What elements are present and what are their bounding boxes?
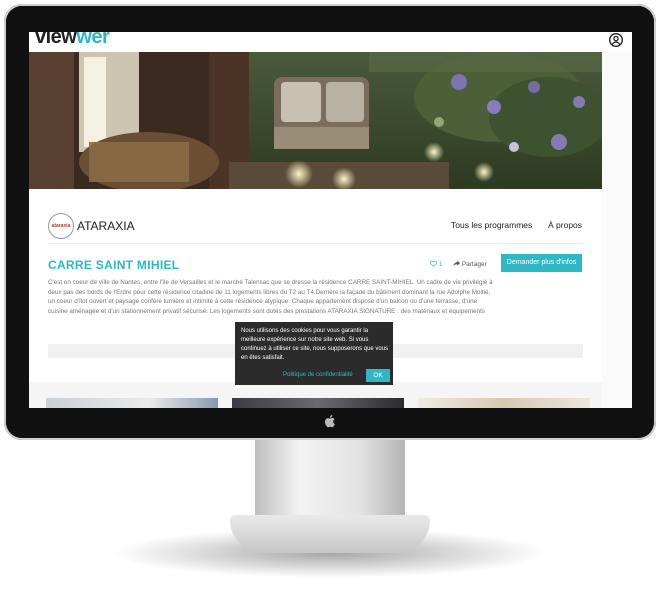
listing-thumbnail[interactable] <box>46 398 218 408</box>
like-button[interactable]: 1 <box>430 260 442 268</box>
program-description: C'est en coeur de ville de Nantes, entre… <box>48 279 493 315</box>
hero-image <box>29 52 602 189</box>
share-button[interactable]: Partager <box>453 260 487 268</box>
monitor-stand <box>255 440 405 518</box>
top-navbar: viewwer <box>29 32 632 52</box>
scrollbar-track[interactable] <box>602 52 632 408</box>
header-divider <box>48 243 583 244</box>
cookie-message: Nous utilisons des cookies pour vous gar… <box>241 328 389 361</box>
site-logo[interactable]: viewwer <box>35 32 110 49</box>
listing-thumbnail[interactable] <box>418 398 590 408</box>
cookie-ok-button[interactable]: OK <box>366 369 390 382</box>
like-count: 1 <box>438 261 443 268</box>
brand-logo[interactable]: ataraxia <box>48 213 74 239</box>
program-title: CARRE SAINT MIHIEL <box>48 258 180 272</box>
monitor-stand-base <box>230 515 430 553</box>
request-info-button[interactable]: Demander plus d'infos <box>501 254 582 272</box>
share-arrow-icon <box>453 260 460 267</box>
listing-thumbnail[interactable] <box>232 398 404 408</box>
nav-all-programmes-link[interactable]: Tous les programmes <box>451 220 532 230</box>
hero-terrace-photo <box>29 52 602 189</box>
share-label: Partager <box>461 261 487 268</box>
logo-prefix: view <box>35 32 77 48</box>
user-account-icon[interactable] <box>608 32 624 48</box>
cookie-banner: Nous utilisons des cookies pour vous gar… <box>235 322 393 385</box>
apple-logo-icon <box>324 415 335 428</box>
screen: viewwer ataraxia ATARAXIA Tous les progr… <box>29 32 632 408</box>
heart-icon <box>430 260 437 267</box>
brand-name[interactable]: ATARAXIA <box>77 219 135 233</box>
logo-accent: wer <box>76 32 110 48</box>
privacy-policy-link[interactable]: Politique de confidentialité <box>283 372 353 378</box>
nav-about-link[interactable]: À propos <box>548 220 582 230</box>
